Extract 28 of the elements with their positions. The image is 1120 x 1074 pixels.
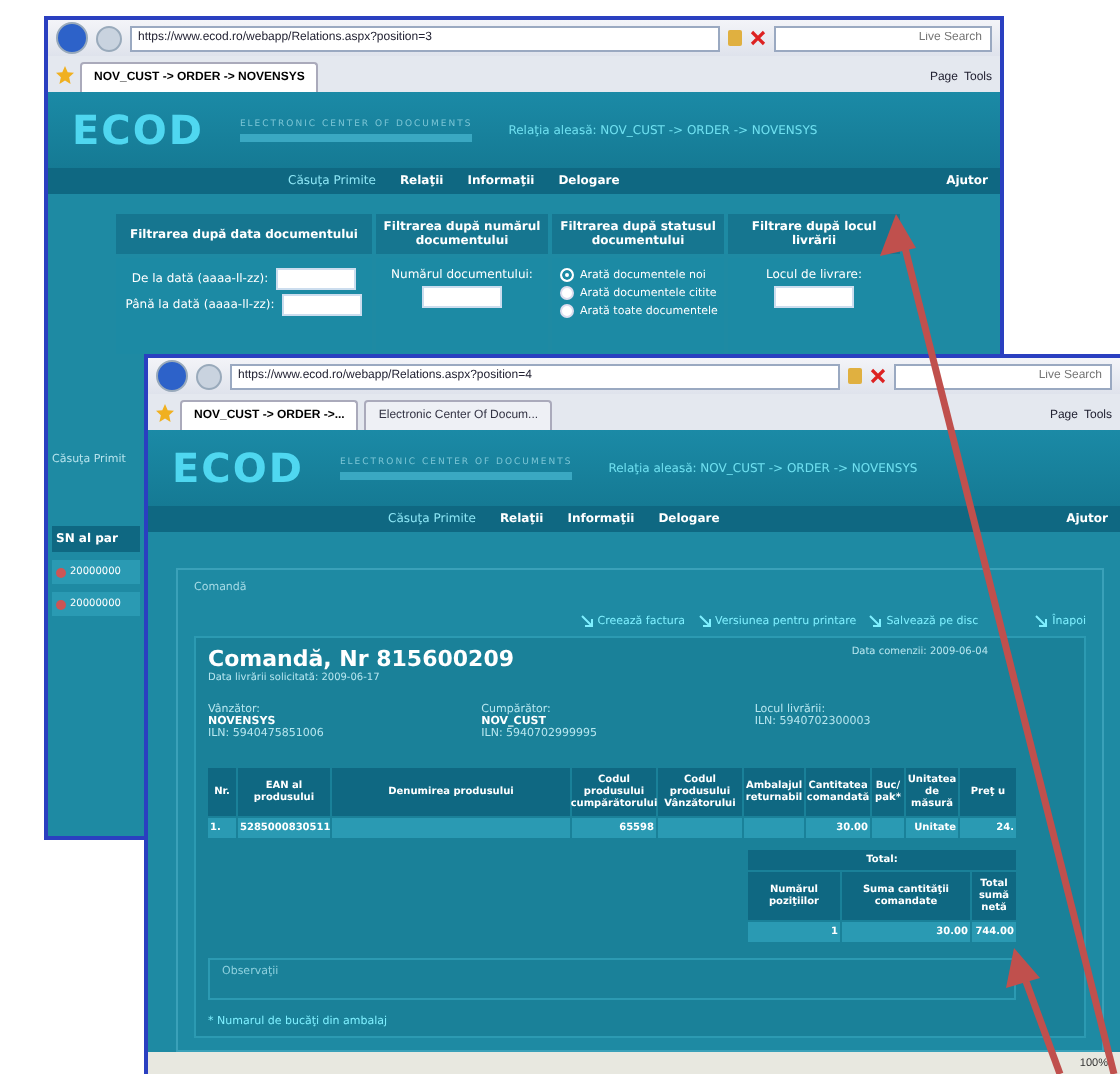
table-cell xyxy=(658,818,742,838)
date-field[interactable] xyxy=(282,294,363,316)
forward-button[interactable] xyxy=(96,25,122,51)
table-cell xyxy=(872,818,904,838)
arrow-icon xyxy=(697,614,711,628)
text-field[interactable] xyxy=(774,286,854,308)
table-cell xyxy=(744,818,804,838)
stop-icon[interactable] xyxy=(750,30,766,46)
site-logo: ECOD xyxy=(172,444,304,492)
lock-icon xyxy=(848,368,862,384)
stop-icon[interactable] xyxy=(870,368,886,384)
radio-button[interactable] xyxy=(560,304,574,318)
arrow-icon xyxy=(579,614,594,628)
status-dot-icon xyxy=(56,599,66,609)
radio-button[interactable] xyxy=(560,286,574,300)
forward-button[interactable] xyxy=(196,363,222,389)
back-button[interactable] xyxy=(156,360,188,392)
arrow-icon xyxy=(868,614,883,628)
favorites-star-icon[interactable] xyxy=(156,404,174,422)
text-field[interactable] xyxy=(422,286,502,308)
order-title: Comandă, Nr 815600209 xyxy=(208,646,514,672)
arrow-icon xyxy=(1034,614,1049,628)
favorites-star-icon[interactable] xyxy=(56,66,74,84)
date-field[interactable] xyxy=(276,268,357,290)
site-logo: ECOD xyxy=(72,106,204,154)
lock-icon xyxy=(728,30,742,46)
status-dot-icon xyxy=(56,567,66,577)
back-button[interactable] xyxy=(56,22,88,54)
